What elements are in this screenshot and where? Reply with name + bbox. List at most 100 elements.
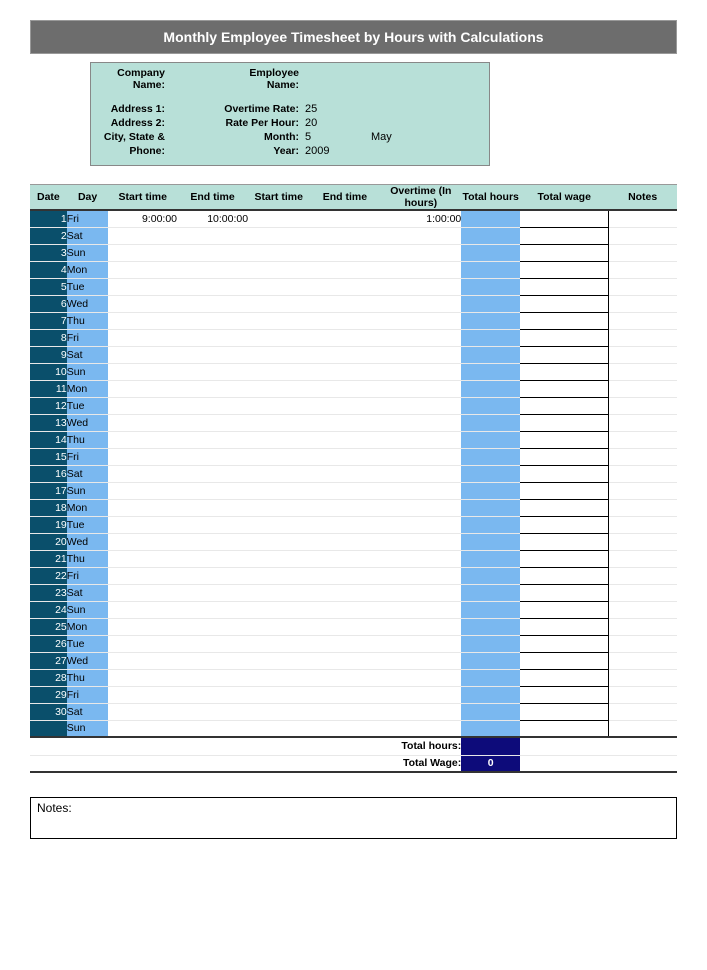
overtime-cell[interactable] (380, 278, 461, 295)
end1-cell[interactable] (177, 295, 248, 312)
start2-cell[interactable] (248, 380, 309, 397)
end1-cell[interactable] (177, 669, 248, 686)
overtime-cell[interactable] (380, 533, 461, 550)
end1-cell[interactable]: 10:00:00 (177, 210, 248, 227)
date-cell[interactable]: 5 (30, 278, 67, 295)
overtime-cell[interactable] (380, 601, 461, 618)
end1-cell[interactable] (177, 244, 248, 261)
date-cell[interactable]: 22 (30, 567, 67, 584)
start2-cell[interactable] (248, 686, 309, 703)
end1-cell[interactable] (177, 584, 248, 601)
end2-cell[interactable] (309, 380, 380, 397)
notes-cell[interactable] (608, 703, 677, 720)
start2-cell[interactable] (248, 210, 309, 227)
end1-cell[interactable] (177, 448, 248, 465)
notes-cell[interactable] (608, 669, 677, 686)
date-cell[interactable]: 9 (30, 346, 67, 363)
start2-cell[interactable] (248, 278, 309, 295)
start2-cell[interactable] (248, 584, 309, 601)
date-cell[interactable]: 15 (30, 448, 67, 465)
date-cell[interactable]: 20 (30, 533, 67, 550)
overtime-cell[interactable] (380, 261, 461, 278)
notes-cell[interactable] (608, 618, 677, 635)
month-value[interactable]: 5 (303, 131, 351, 143)
start1-cell[interactable] (108, 363, 177, 380)
end2-cell[interactable] (309, 720, 380, 737)
overtime-cell[interactable] (380, 431, 461, 448)
end1-cell[interactable] (177, 482, 248, 499)
start1-cell[interactable] (108, 635, 177, 652)
start2-cell[interactable] (248, 652, 309, 669)
start2-cell[interactable] (248, 618, 309, 635)
date-cell[interactable]: 28 (30, 669, 67, 686)
start2-cell[interactable] (248, 346, 309, 363)
notes-cell[interactable] (608, 550, 677, 567)
notes-cell[interactable] (608, 652, 677, 669)
start1-cell[interactable] (108, 618, 177, 635)
date-cell[interactable]: 12 (30, 397, 67, 414)
date-cell[interactable]: 3 (30, 244, 67, 261)
end1-cell[interactable] (177, 601, 248, 618)
notes-cell[interactable] (608, 397, 677, 414)
notes-cell[interactable] (608, 499, 677, 516)
start1-cell[interactable] (108, 295, 177, 312)
date-cell[interactable]: 26 (30, 635, 67, 652)
notes-cell[interactable] (608, 244, 677, 261)
date-cell[interactable]: 4 (30, 261, 67, 278)
date-cell[interactable]: 18 (30, 499, 67, 516)
end1-cell[interactable] (177, 635, 248, 652)
end1-cell[interactable] (177, 346, 248, 363)
notes-cell[interactable] (608, 516, 677, 533)
end1-cell[interactable] (177, 516, 248, 533)
date-cell[interactable]: 23 (30, 584, 67, 601)
notes-cell[interactable] (608, 465, 677, 482)
overtime-cell[interactable] (380, 516, 461, 533)
notes-cell[interactable] (608, 686, 677, 703)
start1-cell[interactable] (108, 448, 177, 465)
notes-cell[interactable] (608, 567, 677, 584)
end2-cell[interactable] (309, 482, 380, 499)
overtime-cell[interactable] (380, 618, 461, 635)
start2-cell[interactable] (248, 516, 309, 533)
start2-cell[interactable] (248, 261, 309, 278)
overtime-cell[interactable] (380, 567, 461, 584)
start2-cell[interactable] (248, 567, 309, 584)
overtime-cell[interactable] (380, 652, 461, 669)
date-cell[interactable]: 1 (30, 210, 67, 227)
overtime-cell[interactable]: 1:00:00 (380, 210, 461, 227)
start1-cell[interactable] (108, 227, 177, 244)
date-cell[interactable]: 25 (30, 618, 67, 635)
start1-cell[interactable] (108, 465, 177, 482)
end1-cell[interactable] (177, 533, 248, 550)
start1-cell[interactable]: 9:00:00 (108, 210, 177, 227)
end2-cell[interactable] (309, 669, 380, 686)
overtime-cell[interactable] (380, 363, 461, 380)
end2-cell[interactable] (309, 516, 380, 533)
end1-cell[interactable] (177, 465, 248, 482)
end1-cell[interactable] (177, 261, 248, 278)
end1-cell[interactable] (177, 227, 248, 244)
overtime-cell[interactable] (380, 397, 461, 414)
rate-per-hour-value[interactable]: 20 (303, 117, 351, 129)
start1-cell[interactable] (108, 601, 177, 618)
notes-cell[interactable] (608, 584, 677, 601)
notes-area[interactable]: Notes: (30, 797, 677, 839)
start1-cell[interactable] (108, 499, 177, 516)
date-cell[interactable]: 10 (30, 363, 67, 380)
start2-cell[interactable] (248, 329, 309, 346)
end2-cell[interactable] (309, 584, 380, 601)
date-cell[interactable]: 13 (30, 414, 67, 431)
end2-cell[interactable] (309, 686, 380, 703)
end1-cell[interactable] (177, 312, 248, 329)
end1-cell[interactable] (177, 414, 248, 431)
overtime-cell[interactable] (380, 686, 461, 703)
date-cell[interactable] (30, 720, 67, 737)
notes-cell[interactable] (608, 346, 677, 363)
notes-cell[interactable] (608, 431, 677, 448)
end2-cell[interactable] (309, 346, 380, 363)
end1-cell[interactable] (177, 363, 248, 380)
end1-cell[interactable] (177, 380, 248, 397)
start2-cell[interactable] (248, 244, 309, 261)
date-cell[interactable]: 21 (30, 550, 67, 567)
end2-cell[interactable] (309, 414, 380, 431)
